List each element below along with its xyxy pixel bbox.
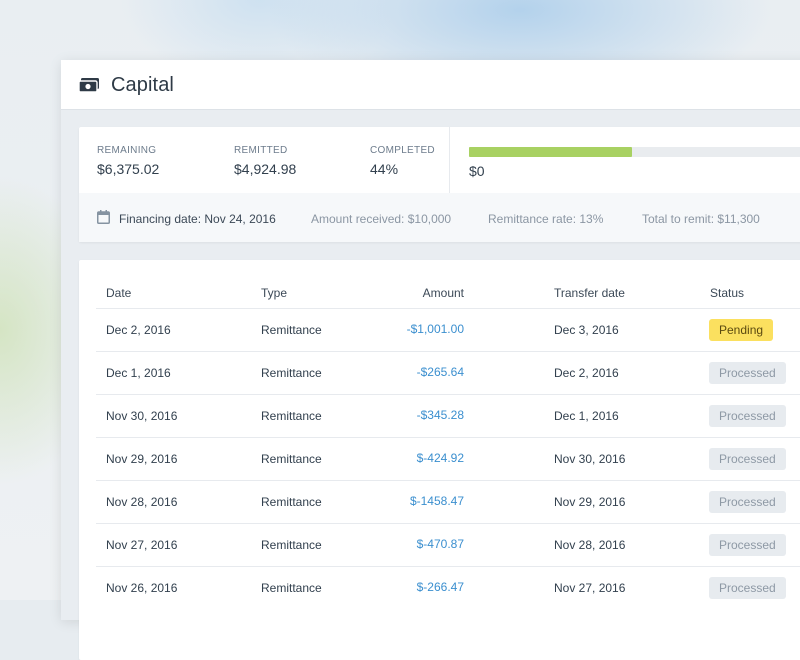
cell-amount[interactable]: $-424.92 bbox=[344, 451, 464, 465]
total-to-remit: Total to remit: $11,300 bbox=[642, 212, 760, 226]
cell-type: Remittance bbox=[261, 409, 322, 423]
cell-type: Remittance bbox=[261, 538, 322, 552]
stat-remaining-label: REMAINING bbox=[97, 145, 157, 156]
page-title: Capital bbox=[111, 74, 174, 96]
cell-transfer-date: Nov 29, 2016 bbox=[554, 495, 626, 509]
table-row[interactable]: Nov 30, 2016 Remittance -$345.28 Dec 1, 201… bbox=[96, 394, 800, 437]
progress-value: $0 bbox=[469, 163, 485, 179]
cell-transfer-date: Dec 1, 2016 bbox=[554, 409, 619, 423]
stat-completed-label: COMPLETED bbox=[370, 145, 435, 156]
cell-date: Nov 26, 2016 bbox=[106, 581, 178, 595]
cell-amount[interactable]: $-1458.47 bbox=[344, 494, 464, 508]
status-badge: Pending bbox=[709, 319, 774, 341]
progress-bar-fill bbox=[469, 147, 632, 157]
column-header-transfer-date[interactable]: Transfer date bbox=[554, 286, 625, 300]
cell-date: Dec 1, 2016 bbox=[106, 366, 171, 380]
table-row[interactable]: Dec 1, 2016 Remittance -$265.64 Dec 2, 2016… bbox=[96, 351, 800, 394]
cell-date: Dec 2, 2016 bbox=[106, 323, 171, 337]
status-badge: Processed bbox=[709, 577, 786, 599]
cell-transfer-date: Dec 2, 2016 bbox=[554, 366, 619, 380]
cell-type: Remittance bbox=[261, 366, 322, 380]
remittance-rate: Remittance rate: 13% bbox=[488, 212, 604, 226]
table-row[interactable]: Nov 26, 2016 Remittance $-266.47 Nov 27, 20… bbox=[96, 566, 800, 609]
status-badge: Processed bbox=[709, 491, 786, 513]
summary-card: REMAINING $6,375.02 REMITTED $4,924.98 C… bbox=[79, 127, 800, 242]
cell-transfer-date: Nov 28, 2016 bbox=[554, 538, 626, 552]
cell-date: Nov 28, 2016 bbox=[106, 495, 178, 509]
stat-remitted-value: $4,924.98 bbox=[234, 161, 297, 177]
stat-completed-value: 44% bbox=[370, 161, 399, 177]
table-row[interactable]: Nov 27, 2016 Remittance $-470.87 Nov 28, 20… bbox=[96, 523, 800, 566]
status-badge: Processed bbox=[709, 534, 786, 556]
stat-completed: COMPLETED 44% bbox=[370, 145, 435, 177]
status-badge: Processed bbox=[709, 448, 786, 470]
cell-transfer-date: Dec 3, 2016 bbox=[554, 323, 619, 337]
column-header-date[interactable]: Date bbox=[106, 286, 131, 300]
status-badge: Processed bbox=[709, 362, 786, 384]
stat-remaining: REMAINING $6,375.02 bbox=[97, 145, 159, 177]
financing-info-row: Financing date: Nov 24, 2016 Amount rece… bbox=[79, 193, 800, 242]
table-row[interactable]: Nov 28, 2016 Remittance $-1458.47 Nov 29, 2… bbox=[96, 480, 800, 523]
cell-type: Remittance bbox=[261, 581, 322, 595]
transactions-table: Date Type Amount Transfer date Status De… bbox=[79, 260, 800, 660]
cell-type: Remittance bbox=[261, 323, 322, 337]
cell-amount[interactable]: -$1,001.00 bbox=[344, 322, 464, 336]
amount-received: Amount received: $10,000 bbox=[311, 212, 452, 226]
cell-transfer-date: Nov 30, 2016 bbox=[554, 452, 626, 466]
page-header: Capital bbox=[61, 60, 800, 110]
stat-remitted-label: REMITTED bbox=[234, 145, 288, 156]
cell-amount[interactable]: -$345.28 bbox=[344, 408, 464, 422]
cash-icon bbox=[78, 78, 99, 93]
table-row[interactable]: Nov 29, 2016 Remittance $-424.92 Nov 30, 20… bbox=[96, 437, 800, 480]
cell-date: Nov 29, 2016 bbox=[106, 452, 178, 466]
cell-amount[interactable]: -$265.64 bbox=[344, 365, 464, 379]
stats-row: REMAINING $6,375.02 REMITTED $4,924.98 C… bbox=[79, 127, 800, 194]
stats-divider bbox=[449, 127, 450, 193]
cell-amount[interactable]: $-470.87 bbox=[344, 537, 464, 551]
stat-remaining-value: $6,375.02 bbox=[97, 161, 160, 177]
calendar-icon bbox=[97, 210, 110, 224]
stat-remitted: REMITTED $4,924.98 bbox=[234, 145, 296, 177]
cell-date: Nov 27, 2016 bbox=[106, 538, 178, 552]
cell-type: Remittance bbox=[261, 452, 322, 466]
cell-date: Nov 30, 2016 bbox=[106, 409, 178, 423]
column-header-amount[interactable]: Amount bbox=[344, 286, 464, 300]
capital-window: Capital REMAINING $6,375.02 REMITTED $4,… bbox=[61, 60, 800, 660]
table-row[interactable]: Dec 2, 2016 Remittance -$1,001.00 Dec 3, 20… bbox=[96, 308, 800, 351]
cell-type: Remittance bbox=[261, 495, 322, 509]
column-header-status[interactable]: Status bbox=[710, 286, 744, 300]
progress-bar bbox=[469, 147, 800, 157]
financing-date: Financing date: Nov 24, 2016 bbox=[119, 212, 276, 226]
cell-transfer-date: Nov 27, 2016 bbox=[554, 581, 626, 595]
cell-amount[interactable]: $-266.47 bbox=[344, 580, 464, 594]
column-header-type[interactable]: Type bbox=[261, 286, 287, 300]
status-badge: Processed bbox=[709, 405, 786, 427]
